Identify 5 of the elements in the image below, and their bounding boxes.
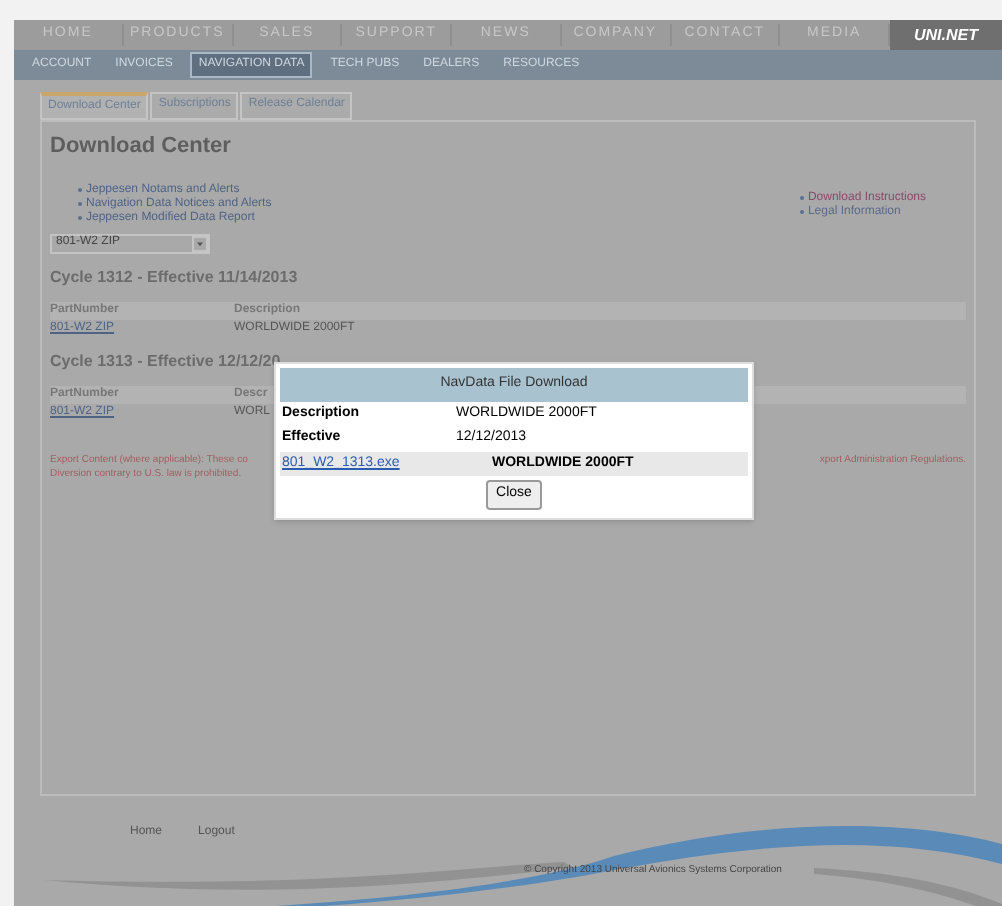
page-heading: Download Center [50,132,233,162]
cycle-heading: Cycle 1312 - Effective 11/14/2013 [50,265,300,289]
caret-icon [192,235,208,251]
logo: UNI.NET [890,20,1002,50]
cycle-heading: Cycle 1313 - Effective 12/12/20 [50,349,283,373]
